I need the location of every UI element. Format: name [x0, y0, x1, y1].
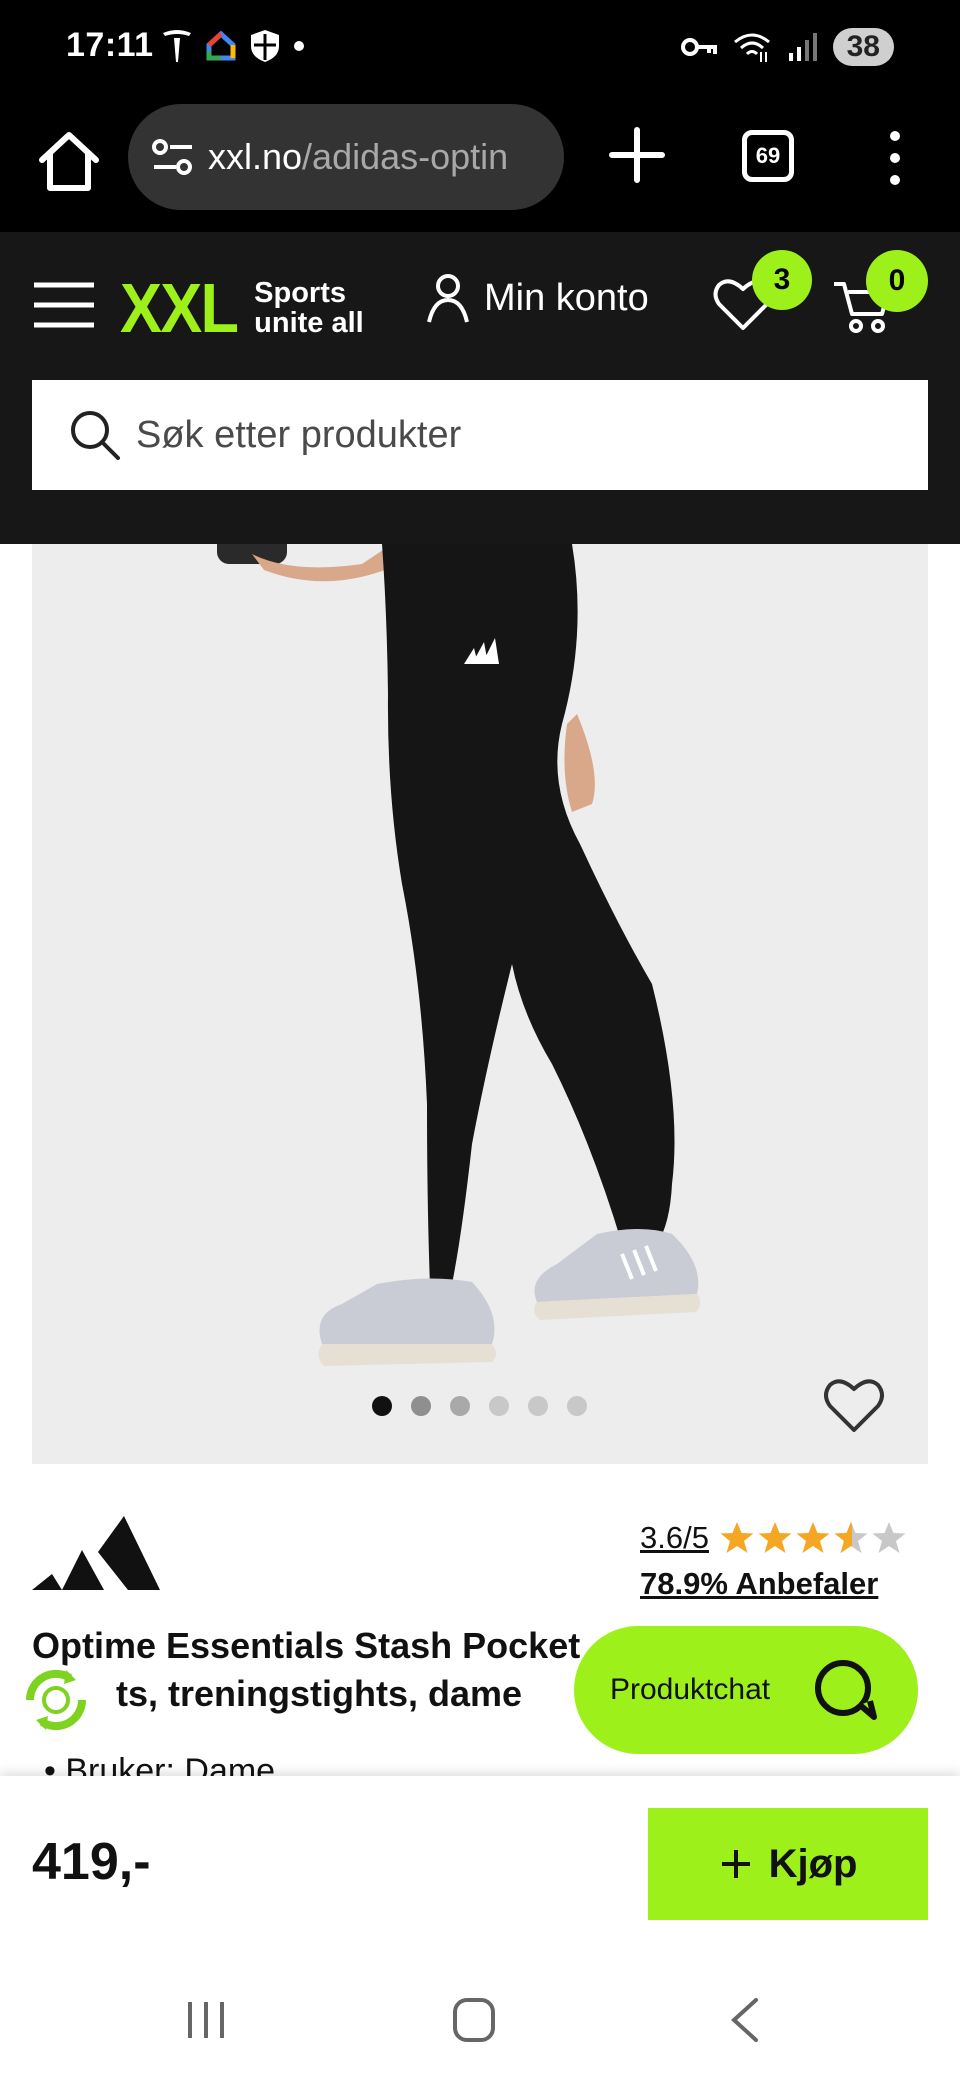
adidas-brand-logo[interactable]: [32, 1510, 160, 1592]
google-home-icon: [206, 30, 236, 61]
browser-home-icon[interactable]: [34, 126, 104, 196]
product-price: 419,-: [32, 1833, 151, 1891]
shield-icon: [251, 30, 279, 62]
product-title-line-2: ts, treningstights, dame: [116, 1673, 523, 1714]
gallery-dot[interactable]: [528, 1396, 548, 1416]
battery-indicator: 38: [832, 28, 894, 66]
gallery-dot[interactable]: [567, 1396, 587, 1416]
star-half-icon: [834, 1522, 868, 1553]
star-empty-icon: [872, 1522, 906, 1553]
user-icon: [427, 274, 469, 323]
search-input[interactable]: Søk etter produkter: [32, 380, 928, 490]
nav-back-icon[interactable]: [726, 1996, 762, 2044]
gallery-dot[interactable]: [411, 1396, 431, 1416]
buy-label: Kjøp: [768, 1841, 858, 1886]
star-icon: [796, 1522, 830, 1553]
gallery-pagination: [372, 1396, 587, 1416]
cart-count-badge: 0: [866, 250, 928, 312]
hamburger-menu-icon[interactable]: [32, 280, 96, 330]
signal-icon: [788, 33, 817, 61]
buy-bar: 419,- Kjøp: [0, 1776, 960, 1962]
site-settings-icon[interactable]: [150, 134, 196, 180]
star-icon: [758, 1522, 792, 1553]
url-text: xxl.no/adidas-optin: [208, 136, 508, 178]
browser-toolbar: xxl.no/adidas-optin 69: [0, 100, 960, 232]
search-placeholder: Søk etter produkter: [136, 413, 462, 456]
star-icon: [720, 1522, 754, 1553]
product-rating[interactable]: 3.6/5: [640, 1520, 907, 1556]
account-label: Min konto: [484, 276, 649, 319]
product-chat-button[interactable]: Produktchat: [574, 1626, 918, 1754]
wishlist-count-badge: 3: [752, 250, 812, 310]
nav-home-icon[interactable]: [452, 1996, 496, 2044]
buy-button[interactable]: Kjøp: [648, 1808, 928, 1920]
status-notification-icons: [160, 28, 306, 64]
tagline-line-1: Sports: [254, 277, 346, 309]
product-title-line-1: Optime Essentials Stash Pocket: [32, 1625, 581, 1666]
vpn-key-icon: [680, 38, 717, 56]
leggings: [382, 544, 675, 1286]
status-bar: 17:11 38: [0, 0, 960, 100]
browser-menu-icon[interactable]: [880, 130, 910, 186]
rating-score: 3.6/5: [640, 1520, 709, 1555]
tesla-icon: [163, 30, 191, 62]
address-bar[interactable]: xxl.no/adidas-optin: [128, 104, 564, 210]
chat-label: Produktchat: [610, 1673, 771, 1706]
gallery-dot[interactable]: [450, 1396, 470, 1416]
rating-stars: [719, 1521, 907, 1555]
site-header: XXL Sports unite all Min konto 3 0 Søk et…: [0, 232, 960, 544]
url-domain: xxl.no: [208, 136, 303, 177]
dot-icon: [294, 41, 304, 51]
account-link[interactable]: Min konto: [426, 272, 649, 324]
status-time: 17:11: [66, 26, 154, 64]
url-path: /adidas-optin: [302, 136, 509, 177]
tagline-line-2: unite all: [254, 307, 364, 339]
chat-bubble-icon: [815, 1660, 878, 1720]
favorite-heart-icon[interactable]: [822, 1376, 886, 1434]
logo-tagline: Sports unite all: [254, 278, 364, 338]
tab-switcher-button[interactable]: 69: [742, 130, 794, 182]
gallery-dot[interactable]: [372, 1396, 392, 1416]
sustainability-badge-icon[interactable]: [16, 1660, 96, 1740]
product-photo: [217, 544, 701, 1366]
logo-wordmark: XXL: [120, 269, 239, 347]
new-tab-icon[interactable]: [606, 124, 668, 186]
gallery-dot[interactable]: [489, 1396, 509, 1416]
tab-count: 69: [755, 143, 781, 168]
hand: [564, 714, 595, 812]
plus-icon: [721, 1850, 750, 1878]
search-icon: [71, 411, 120, 460]
shoe-right: [534, 1229, 699, 1302]
system-navigation-bar: [0, 1962, 960, 2080]
recent-apps-icon[interactable]: [184, 1998, 228, 2042]
shoe-left: [319, 1278, 495, 1344]
xxl-logo[interactable]: XXL Sports unite all: [120, 268, 364, 348]
recommend-rate[interactable]: 78.9% Anbefaler: [640, 1566, 878, 1602]
wifi-icon: [733, 33, 770, 62]
product-image-gallery[interactable]: [32, 544, 928, 1464]
